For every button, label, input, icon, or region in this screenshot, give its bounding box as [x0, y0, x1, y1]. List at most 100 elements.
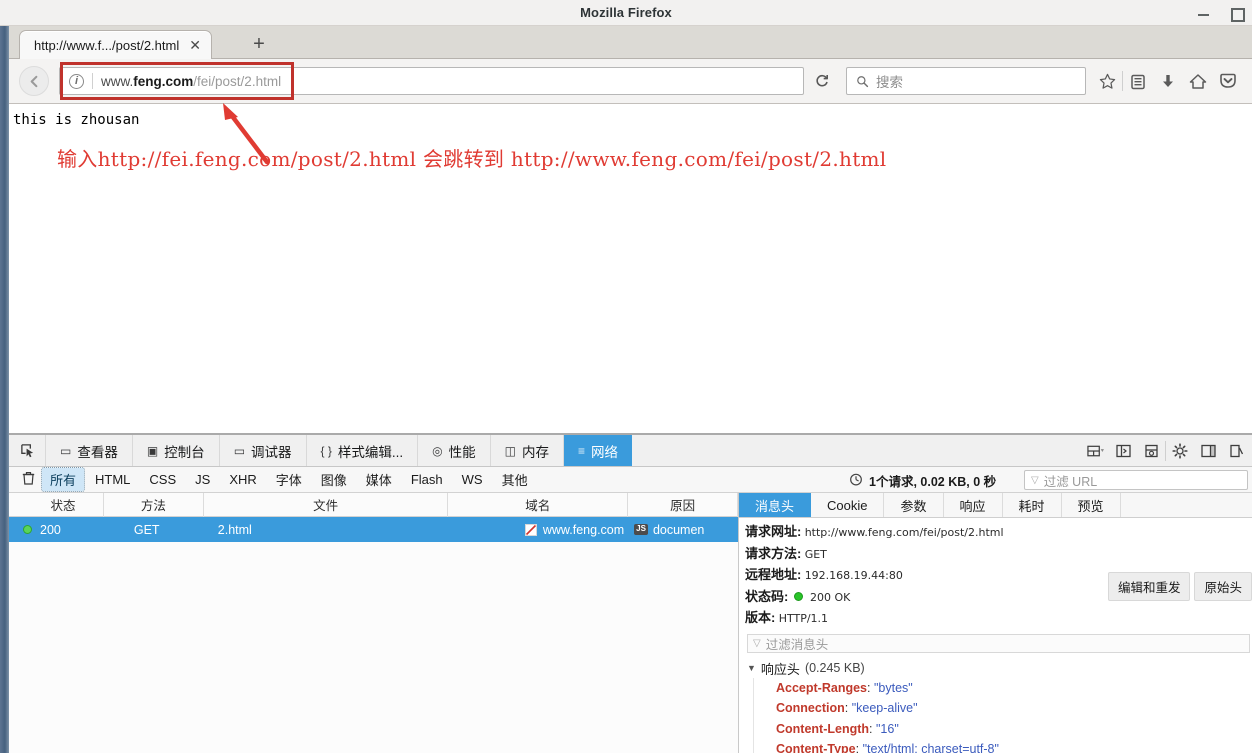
tab-network[interactable]: ≡ 网络	[562, 435, 632, 466]
minimize-button[interactable]	[1196, 5, 1212, 21]
status-dot-icon	[23, 525, 32, 534]
inspector-icon: ▭	[60, 443, 72, 458]
headers-filter-input[interactable]: ▽ 过滤消息头	[747, 633, 1250, 653]
console-icon: ▣	[146, 443, 159, 458]
url-path: /fei/post/2.html	[193, 73, 282, 89]
column-header-domain[interactable]: 域名	[448, 492, 629, 517]
column-header-file[interactable]: 文件	[204, 492, 449, 517]
browser-tab[interactable]: http://www.f.../post/2.html ✕	[19, 30, 212, 59]
home-icon[interactable]	[1183, 65, 1213, 97]
tab-params[interactable]: 参数	[884, 493, 944, 517]
filter-xhr[interactable]: XHR	[221, 470, 264, 489]
filter-flash[interactable]: Flash	[403, 470, 451, 489]
cell-status: 200	[9, 517, 104, 542]
search-box[interactable]: 搜索	[846, 67, 1086, 95]
field-request-method-label: 请求方法:	[745, 545, 802, 561]
firefox-window: Mozilla Firefox http://www.f.../post/2.h…	[0, 0, 1252, 753]
identity-info-icon[interactable]: i	[69, 73, 84, 89]
tab-cookies[interactable]: Cookie	[811, 493, 885, 517]
table-row[interactable]: 200 GET 2.html www.feng.com JS documen	[9, 517, 738, 542]
tab-style-editor[interactable]: { } 样式编辑...	[305, 435, 418, 466]
network-summary: 1个请求, 0.02 KB, 0 秒	[849, 467, 996, 493]
filter-other[interactable]: 其他	[494, 468, 536, 491]
memory-icon: ◫	[504, 443, 516, 458]
close-tab-icon[interactable]: ✕	[189, 38, 201, 52]
tab-headers[interactable]: 消息头	[739, 493, 812, 517]
pocket-icon[interactable]	[1213, 65, 1243, 97]
tab-performance[interactable]: ◎ 性能	[417, 435, 489, 466]
filter-images[interactable]: 图像	[313, 468, 355, 491]
funnel-icon: ▽	[753, 637, 761, 649]
trash-icon[interactable]	[17, 471, 39, 488]
tab-inspector[interactable]: ▭ 查看器	[45, 435, 132, 466]
column-header-method[interactable]: 方法	[104, 492, 204, 517]
column-header-cause[interactable]: 原因	[628, 492, 738, 517]
responsive-design-icon[interactable]	[1081, 435, 1109, 467]
debugger-icon: ▭	[233, 443, 246, 458]
edit-and-resend-button[interactable]: 编辑和重发	[1107, 572, 1191, 601]
header-row: Content-Type: "text/html; charset=utf-8"	[753, 739, 1252, 753]
download-icon[interactable]	[1153, 65, 1183, 97]
navigation-toolbar: i www.feng.com/fei/post/2.html 搜索	[9, 59, 1252, 104]
tab-console[interactable]: ▣ 控制台	[131, 435, 219, 466]
tab-timings[interactable]: 耗时	[1003, 493, 1062, 517]
filter-ws[interactable]: WS	[454, 470, 491, 489]
window-title: Mozilla Firefox	[580, 5, 672, 20]
tab-preview[interactable]: 预览	[1062, 493, 1121, 517]
details-actions: 编辑和重发 原始头	[1107, 572, 1252, 601]
tab-bar: http://www.f.../post/2.html ✕ +	[9, 26, 1252, 59]
annotation-arrow-icon	[223, 103, 270, 165]
settings-gear-icon[interactable]	[1166, 435, 1194, 467]
raw-headers-button[interactable]: 原始头	[1194, 572, 1252, 601]
screenshot-icon[interactable]	[1137, 435, 1165, 467]
maximize-button[interactable]	[1228, 5, 1245, 22]
field-request-method-value: GET	[804, 547, 827, 561]
title-bar: Mozilla Firefox	[0, 0, 1252, 26]
header-row: Content-Length: "16"	[753, 718, 1252, 740]
back-arrow-icon	[30, 75, 37, 87]
header-value: "text/html; charset=utf-8"	[862, 742, 999, 753]
reader-list-icon[interactable]	[1123, 65, 1153, 97]
devtools-panel: ▭ 查看器 ▣ 控制台 ▭ 调试器 { } 样式编辑... ◎ 性能 ◫ 内存	[9, 433, 1252, 753]
funnel-icon: ▽	[1031, 474, 1039, 486]
tab-memory[interactable]: ◫ 内存	[489, 435, 563, 466]
url-filter-input[interactable]: ▽ 过滤 URL	[1024, 470, 1248, 490]
tab-style-editor-label: 样式编辑...	[337, 444, 404, 460]
field-status-code-label: 状态码:	[745, 588, 789, 604]
page-body-text: this is zhousan	[13, 112, 140, 128]
cell-file: 2.html	[217, 522, 252, 537]
filter-css[interactable]: CSS	[141, 470, 184, 489]
tab-response[interactable]: 响应	[944, 493, 1003, 517]
filter-font[interactable]: 字体	[268, 468, 310, 491]
style-editor-icon: { }	[320, 443, 332, 458]
header-name: Content-Type	[776, 742, 856, 753]
column-header-status[interactable]: 状态	[9, 492, 104, 517]
header-row: Accept-Ranges: "bytes"	[753, 677, 1252, 699]
new-tab-button[interactable]: +	[247, 34, 271, 56]
back-button[interactable]	[19, 66, 49, 96]
reload-button[interactable]	[808, 67, 836, 95]
response-headers-group[interactable]: ▼ 响应头 (0.245 KB)	[745, 659, 1252, 678]
field-version-value: HTTP/1.1	[778, 612, 829, 626]
network-table-header: 状态 方法 文件 域名 原因	[9, 492, 738, 517]
filter-html[interactable]: HTML	[87, 470, 138, 489]
address-bar[interactable]: i www.feng.com/fei/post/2.html	[59, 67, 804, 95]
field-request-url-label: 请求网址:	[745, 524, 802, 539]
filter-media[interactable]: 媒体	[358, 468, 400, 491]
filter-all[interactable]: 所有	[40, 467, 86, 492]
cell-cause-text: documen	[652, 522, 705, 537]
cell-cause: JS documen	[628, 517, 738, 542]
header-colon: :	[844, 701, 852, 716]
reload-icon	[816, 74, 828, 87]
dock-side-icon[interactable]	[1194, 435, 1222, 467]
request-details-pane: 消息头 Cookie 参数 响应 耗时 预览 请求网址: http://www.…	[739, 493, 1252, 753]
twisty-down-icon[interactable]: ▼	[747, 663, 756, 673]
filter-js[interactable]: JS	[187, 470, 218, 489]
close-devtools-icon[interactable]	[1222, 435, 1250, 467]
field-request-method: 请求方法: GET	[745, 544, 1252, 566]
tab-debugger-label: 调试器	[251, 444, 292, 460]
tab-debugger[interactable]: ▭ 调试器	[218, 435, 306, 466]
split-console-icon[interactable]	[1109, 435, 1137, 467]
node-picker-icon[interactable]	[9, 435, 45, 466]
bookmark-star-icon[interactable]	[1092, 65, 1122, 97]
